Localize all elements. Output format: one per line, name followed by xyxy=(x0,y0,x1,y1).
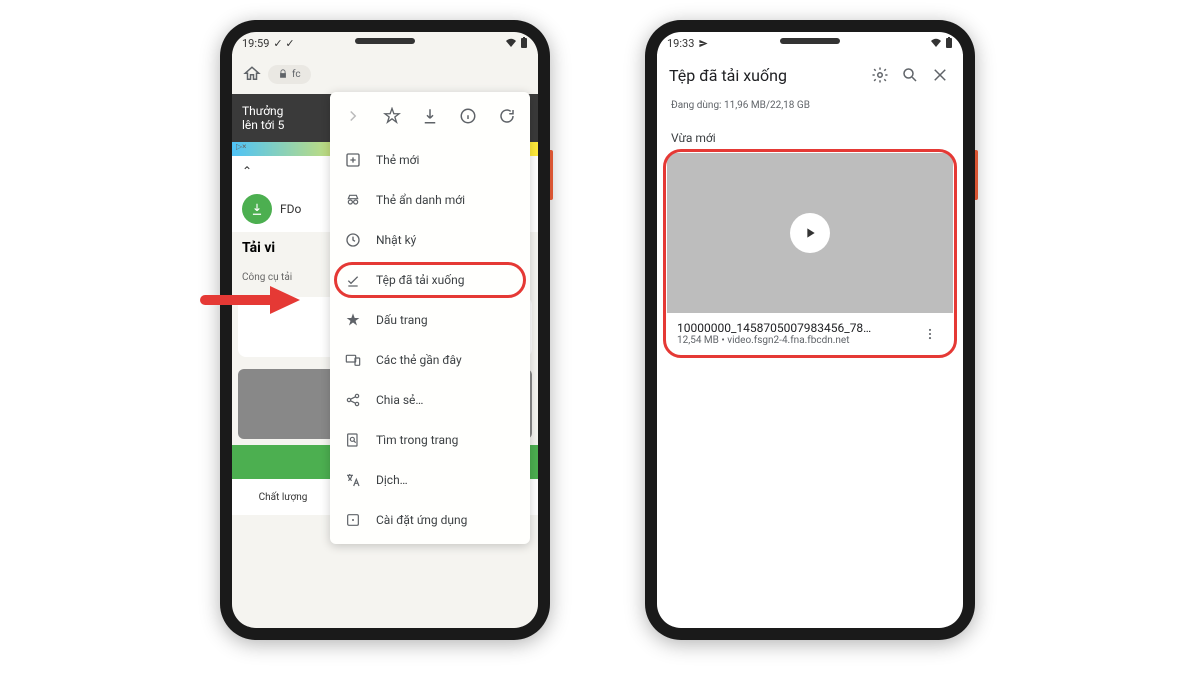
downloads-header: Tệp đã tải xuống xyxy=(657,54,963,96)
menu-label: Thẻ ẩn danh mới xyxy=(376,193,465,207)
menu-label: Chia sẻ… xyxy=(376,393,423,407)
menu-find[interactable]: Tìm trong trang xyxy=(330,420,530,460)
app-name: FDo xyxy=(280,202,301,216)
file-card[interactable]: 10000000_1458705007983456_78… 12,54 MB •… xyxy=(667,153,953,354)
storage-info: Đang dùng: 11,96 MB/22,18 GB xyxy=(657,96,963,121)
menu-label: Cài đặt ứng dụng xyxy=(376,513,467,527)
translate-icon xyxy=(344,471,362,489)
phone-left: 19:59 ✓ ✓ fc Thưởng lên tới 5 ▷× ⌃ xyxy=(220,20,550,640)
incognito-icon xyxy=(344,191,362,209)
play-button[interactable] xyxy=(790,213,830,253)
download-circle-icon xyxy=(242,194,272,224)
download-done-icon xyxy=(344,271,362,289)
tab-quality[interactable]: Chất lượng xyxy=(232,492,334,503)
video-thumbnail[interactable] xyxy=(667,153,953,313)
menu-history[interactable]: Nhật ký xyxy=(330,220,530,260)
more-vert-icon[interactable] xyxy=(923,327,943,341)
find-page-icon xyxy=(344,431,362,449)
menu-recent-tabs[interactable]: Các thẻ gần đây xyxy=(330,340,530,380)
chrome-toolbar: fc xyxy=(232,54,538,94)
app-box-icon xyxy=(344,511,362,529)
close-icon[interactable] xyxy=(929,64,951,86)
downloads-title: Tệp đã tải xuống xyxy=(669,66,861,85)
star-icon[interactable] xyxy=(378,102,406,130)
send-icon xyxy=(698,38,709,49)
phone-speaker xyxy=(355,38,415,44)
info-icon[interactable] xyxy=(454,102,482,130)
menu-new-tab[interactable]: Thẻ mới xyxy=(330,140,530,180)
menu-downloads[interactable]: Tệp đã tải xuống xyxy=(330,260,530,300)
refresh-icon[interactable] xyxy=(493,102,521,130)
clock-icon xyxy=(344,231,362,249)
chevron-up-icon: ⌃ xyxy=(242,164,252,178)
gear-icon[interactable] xyxy=(869,64,891,86)
menu-incognito[interactable]: Thẻ ẩn danh mới xyxy=(330,180,530,220)
file-name: 10000000_1458705007983456_78… xyxy=(677,321,923,335)
star-fill-icon xyxy=(344,311,362,329)
forward-icon[interactable] xyxy=(339,102,367,130)
search-icon[interactable] xyxy=(899,64,921,86)
menu-label: Dịch… xyxy=(376,473,408,487)
phone-speaker xyxy=(780,38,840,44)
menu-translate[interactable]: Dịch… xyxy=(330,460,530,500)
lock-icon xyxy=(278,69,288,79)
home-icon[interactable] xyxy=(238,60,266,88)
section-recent: Vừa mới xyxy=(657,121,963,151)
status-time: 19:33 xyxy=(667,37,694,50)
phone-screen-right: 19:33 Tệp đã tải xuống Đang dùng: 11,96 … xyxy=(657,32,963,628)
menu-label: Các thẻ gần đây xyxy=(376,353,462,367)
devices-icon xyxy=(344,351,362,369)
url-bar[interactable]: fc xyxy=(268,65,311,84)
share-icon xyxy=(344,391,362,409)
file-info: 10000000_1458705007983456_78… 12,54 MB •… xyxy=(667,313,953,354)
download-icon[interactable] xyxy=(416,102,444,130)
plus-box-icon xyxy=(344,151,362,169)
menu-bookmarks[interactable]: Dấu trang xyxy=(330,300,530,340)
menu-label: Dấu trang xyxy=(376,313,428,327)
wifi-icon xyxy=(930,38,942,48)
arrow-annotation xyxy=(200,280,306,320)
status-checks: ✓ ✓ xyxy=(273,37,294,50)
wifi-icon xyxy=(505,38,517,48)
play-icon xyxy=(802,225,818,241)
menu-label: Tìm trong trang xyxy=(376,433,458,447)
battery-icon xyxy=(520,37,528,49)
menu-label: Nhật ký xyxy=(376,233,416,247)
menu-label: Thẻ mới xyxy=(376,153,419,167)
phone-right: 19:33 Tệp đã tải xuống Đang dùng: 11,96 … xyxy=(645,20,975,640)
status-time: 19:59 xyxy=(242,37,269,50)
menu-label: Tệp đã tải xuống xyxy=(376,273,464,287)
chrome-menu: Thẻ mới Thẻ ẩn danh mới Nhật ký Tệp đã t… xyxy=(330,92,530,544)
file-meta: 12,54 MB • video.fsgn2-4.fna.fbcdn.net xyxy=(677,335,923,346)
battery-icon xyxy=(945,37,953,49)
menu-app-settings[interactable]: Cài đặt ứng dụng xyxy=(330,500,530,540)
menu-top-row xyxy=(330,96,530,140)
phone-screen-left: 19:59 ✓ ✓ fc Thưởng lên tới 5 ▷× ⌃ xyxy=(232,32,538,628)
url-text: fc xyxy=(292,69,301,80)
menu-share[interactable]: Chia sẻ… xyxy=(330,380,530,420)
